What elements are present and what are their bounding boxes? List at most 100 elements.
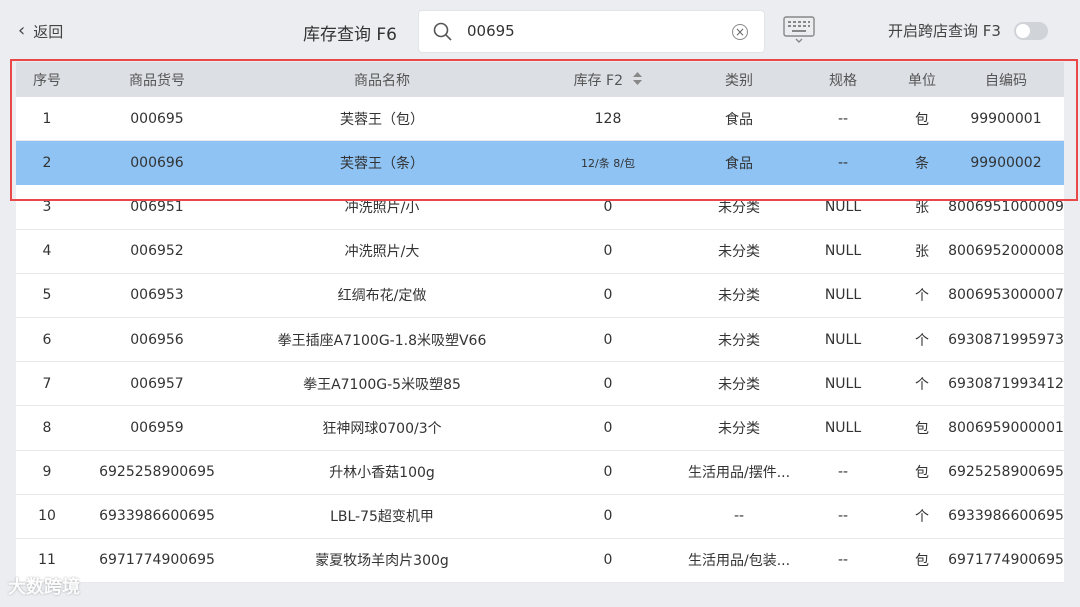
cell-unit: 张 — [915, 199, 929, 216]
cell-stock: 0 — [603, 375, 613, 392]
cell-name: 冲洗照片/大 — [344, 244, 420, 261]
cell-selfcode: 6925258900695 — [948, 464, 1064, 481]
cell-code: 6925258900695 — [99, 464, 215, 481]
cell-category: 未分类 — [718, 420, 760, 437]
cell-category: -- — [733, 508, 745, 525]
table-row[interactable]: 7 006957 拳王A7100G-5米吸塑85 0 未分类 NULL 个 693087199… — [16, 362, 1064, 407]
cell-selfcode: 6971774900695 — [948, 552, 1064, 569]
cell-spec: -- — [837, 154, 849, 171]
cell-stock: 0 — [603, 198, 613, 215]
search-box[interactable]: 00695 × — [418, 10, 765, 53]
cell-unit: 包 — [915, 465, 929, 482]
cell-stock: 0 — [603, 287, 613, 304]
table-body: 1 000695 芙蓉王（包） 128 食品 -- 包 99900001 2 000696 芙蓉王（… — [16, 97, 1064, 584]
cell-unit: 包 — [915, 553, 929, 570]
cell-selfcode: 8006951000009 — [948, 198, 1064, 215]
cell-no: 5 — [42, 287, 52, 304]
table-row[interactable]: 9 6925258900695 升林小香菇100g 0 生活用品/摆件... -- 包 692… — [16, 450, 1064, 495]
inventory-table: 序号 商品货号 商品名称 库存 F2 类别 规格 单位 自编码 1 000695 芙… — [16, 62, 1064, 584]
cell-spec: -- — [837, 464, 849, 481]
table-row[interactable]: 1 000695 芙蓉王（包） 128 食品 -- 包 99900001 — [16, 97, 1064, 142]
table-row[interactable]: 8 006959 狂神网球0700/3个 0 未分类 NULL 包 8006959000001 — [16, 406, 1064, 451]
col-header-stock[interactable]: 库存 F2 — [528, 70, 688, 90]
cell-no: 4 — [42, 243, 52, 260]
table-row[interactable]: 3 006951 冲洗照片/小 0 未分类 NULL 张 8006951000009 — [16, 185, 1064, 230]
chevron-left-icon: ‹ — [18, 20, 26, 41]
cell-category: 生活用品/包装... — [688, 553, 790, 570]
search-input[interactable]: 00695 — [467, 22, 515, 40]
cell-spec: NULL — [824, 331, 862, 348]
cell-spec: -- — [837, 110, 849, 127]
table-row[interactable]: 2 000696 芙蓉王（条） 12/条 8/包 食品 -- 条 99900002 — [16, 141, 1064, 186]
cell-stock: 0 — [603, 552, 613, 569]
cell-unit: 个 — [915, 509, 929, 526]
cell-code: 006957 — [130, 375, 184, 392]
cell-name: 芙蓉王（条） — [340, 155, 424, 172]
col-header-unit: 单位 — [908, 72, 936, 89]
col-header-selfcode: 自编码 — [985, 72, 1027, 89]
cell-stock: 0 — [603, 243, 613, 260]
page-title: 库存查询 F6 — [303, 25, 397, 45]
cell-stock: 0 — [603, 331, 613, 348]
cell-spec: NULL — [824, 287, 862, 304]
cell-category: 食品 — [725, 111, 753, 128]
cell-name: 冲洗照片/小 — [344, 199, 420, 216]
cell-no: 3 — [42, 198, 52, 215]
col-header-stock-label: 库存 F2 — [573, 72, 623, 89]
cell-code: 006959 — [130, 419, 184, 436]
table-row[interactable]: 11 6971774900695 蒙夏牧场羊肉片300g 0 生活用品/包装... -- 包… — [16, 538, 1064, 584]
table-row[interactable]: 6 006956 拳王插座A7100G-1.8米吸塑V66 0 未分类 NULL 个 6930… — [16, 317, 1064, 363]
search-icon — [433, 22, 453, 46]
cross-store-toggle[interactable] — [1014, 22, 1048, 40]
col-header-spec: 规格 — [829, 72, 857, 89]
cell-no: 11 — [38, 552, 56, 569]
cell-spec: NULL — [824, 243, 862, 260]
cross-store-label: 开启跨店查询 F3 — [888, 22, 1001, 40]
cell-name: 芙蓉王（包） — [340, 111, 424, 128]
cell-stock: 0 — [603, 419, 613, 436]
cell-category: 未分类 — [718, 332, 760, 349]
table-row[interactable]: 10 6933986600695 LBL-75超变机甲 0 -- -- 个 693398660… — [16, 494, 1064, 539]
cell-selfcode: 6933986600695 — [948, 508, 1064, 525]
cell-category: 未分类 — [718, 199, 760, 216]
cell-code: 6933986600695 — [99, 508, 215, 525]
table-row[interactable]: 5 006953 红绸布花/定做 0 未分类 NULL 个 8006953000007 — [16, 273, 1064, 318]
keyboard-icon[interactable] — [783, 16, 815, 48]
cell-selfcode: 8006959000001 — [948, 419, 1064, 436]
cell-unit: 个 — [915, 332, 929, 349]
col-header-category: 类别 — [725, 72, 753, 89]
cell-code: 006952 — [130, 243, 184, 260]
cell-stock: 128 — [594, 110, 622, 127]
cell-name: 升林小香菇100g — [329, 465, 435, 482]
cell-selfcode: 8006952000008 — [948, 243, 1064, 260]
clear-search-icon[interactable]: × — [732, 24, 748, 40]
cell-category: 未分类 — [718, 376, 760, 393]
cell-selfcode: 99900002 — [970, 154, 1042, 171]
cell-selfcode: 8006953000007 — [948, 287, 1064, 304]
cell-no: 9 — [42, 464, 52, 481]
toggle-knob — [1016, 24, 1030, 38]
cell-category: 生活用品/摆件... — [688, 465, 790, 482]
cell-spec: -- — [837, 552, 849, 569]
col-header-code: 商品货号 — [129, 72, 185, 89]
col-header-name: 商品名称 — [354, 72, 410, 89]
back-button[interactable]: ‹ 返回 — [18, 20, 63, 42]
top-bar: ‹ 返回 库存查询 F6 00695 × 开启跨店查询 F3 — [0, 0, 1080, 62]
cell-no: 7 — [42, 375, 52, 392]
sort-icon[interactable] — [633, 72, 643, 89]
col-header-no: 序号 — [33, 72, 61, 89]
cell-spec: NULL — [824, 198, 862, 215]
table-row[interactable]: 4 006952 冲洗照片/大 0 未分类 NULL 张 8006952000008 — [16, 229, 1064, 274]
cell-code: 006956 — [130, 331, 184, 348]
cell-no: 1 — [42, 110, 52, 127]
cell-no: 2 — [42, 154, 52, 171]
cell-selfcode: 99900001 — [970, 110, 1042, 127]
cell-unit: 条 — [915, 155, 929, 172]
cell-spec: NULL — [824, 375, 862, 392]
cell-stock: 12/条 8/包 — [581, 156, 635, 170]
cell-unit: 张 — [915, 244, 929, 261]
back-label: 返回 — [33, 22, 64, 41]
cell-stock: 0 — [603, 464, 613, 481]
cell-category: 未分类 — [718, 244, 760, 261]
cell-name: 红绸布花/定做 — [337, 288, 427, 305]
